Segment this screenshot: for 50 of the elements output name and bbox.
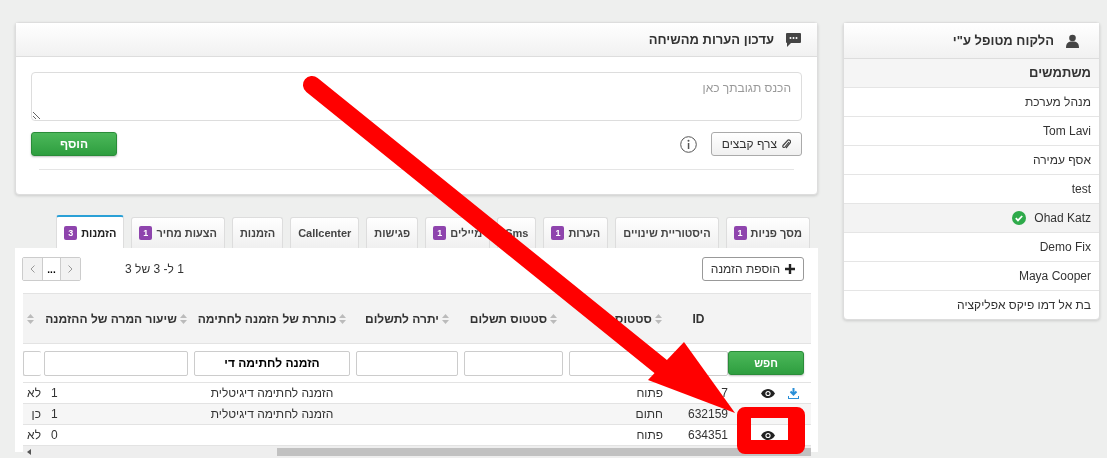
tab-label: היסטוריית שינויים [623,227,711,239]
panel-title: עדכון הערות מהשיחה [648,32,774,47]
column-header[interactable]: סטטוס תשלום [461,293,566,344]
comment-field[interactable]: הכנס תגובתך כאן [31,72,802,121]
tab-label: Callcenter [298,227,352,239]
table-cell: לא [23,424,41,446]
count-badge: 1 [139,226,153,240]
table-cell: 1 [41,382,191,404]
table-cell: 634351 [666,424,731,446]
user-item[interactable]: בת אל דמו פיקס אפליקציה [844,291,1099,319]
tab-label: מיילים [450,227,483,239]
user-item[interactable]: Maya Cooper [844,262,1099,291]
user-item[interactable]: מנהל מערכת [844,88,1099,117]
tab[interactable]: הזמנות [231,217,284,248]
table-cell: 1 [41,403,191,425]
column-header[interactable]: כותרת של הזמנה לחתימה [191,293,353,344]
tab[interactable]: Callcenter [290,217,360,248]
attach-button[interactable]: צרף קבצים [710,132,802,156]
count-badge: 1 [733,226,747,240]
panel-title: הלקוח מטופל ע"י [952,33,1054,48]
count-badge: 3 [64,225,78,240]
add-order-button[interactable]: הוספת הזמנה [701,257,804,281]
tab-label: הזמנות [81,226,117,239]
user-item[interactable]: Ohad Katz [844,204,1099,233]
user-item[interactable]: אסף עמירה [844,146,1099,175]
column-header[interactable]: יתרה לתשלום [353,293,461,344]
table-cell: פתוח [566,424,666,446]
tab-label: הצעות מחיר [156,227,217,239]
more-pages-button[interactable]: ... [42,258,61,280]
table-cell: לא [23,382,41,404]
tab-label: הערות [568,227,601,239]
tab-label: מסך פניות [750,227,802,239]
column-header[interactable]: שיעור המרה של ההזמנה [41,293,191,344]
count-badge: 1 [551,226,565,240]
page-range: 1 ל- 3 של 3 [125,262,184,276]
table-cell: 0 [41,424,191,446]
tab[interactable]: היסטוריית שינויים [615,217,719,248]
tab-label: הזמנות [239,227,276,239]
tab-label: פגישות [374,227,411,239]
user-item[interactable]: Demo Fix [844,233,1099,262]
table-cell: כן [23,403,41,425]
tab[interactable]: פגישות [366,217,419,248]
list-header: משתמשים [844,59,1099,88]
user-item[interactable]: Tom Lavi [844,117,1099,146]
count-badge: 1 [433,226,447,240]
column-header[interactable]: ID [666,293,731,344]
table-cell: חתום [566,403,666,425]
table-cell: הזמנה לחתימה דיגיטלית [191,403,353,425]
filter-field[interactable]: הזמנה לחתימה די [194,350,350,376]
table-cell: הזמנה לחתימה דיגיטלית [191,382,353,404]
